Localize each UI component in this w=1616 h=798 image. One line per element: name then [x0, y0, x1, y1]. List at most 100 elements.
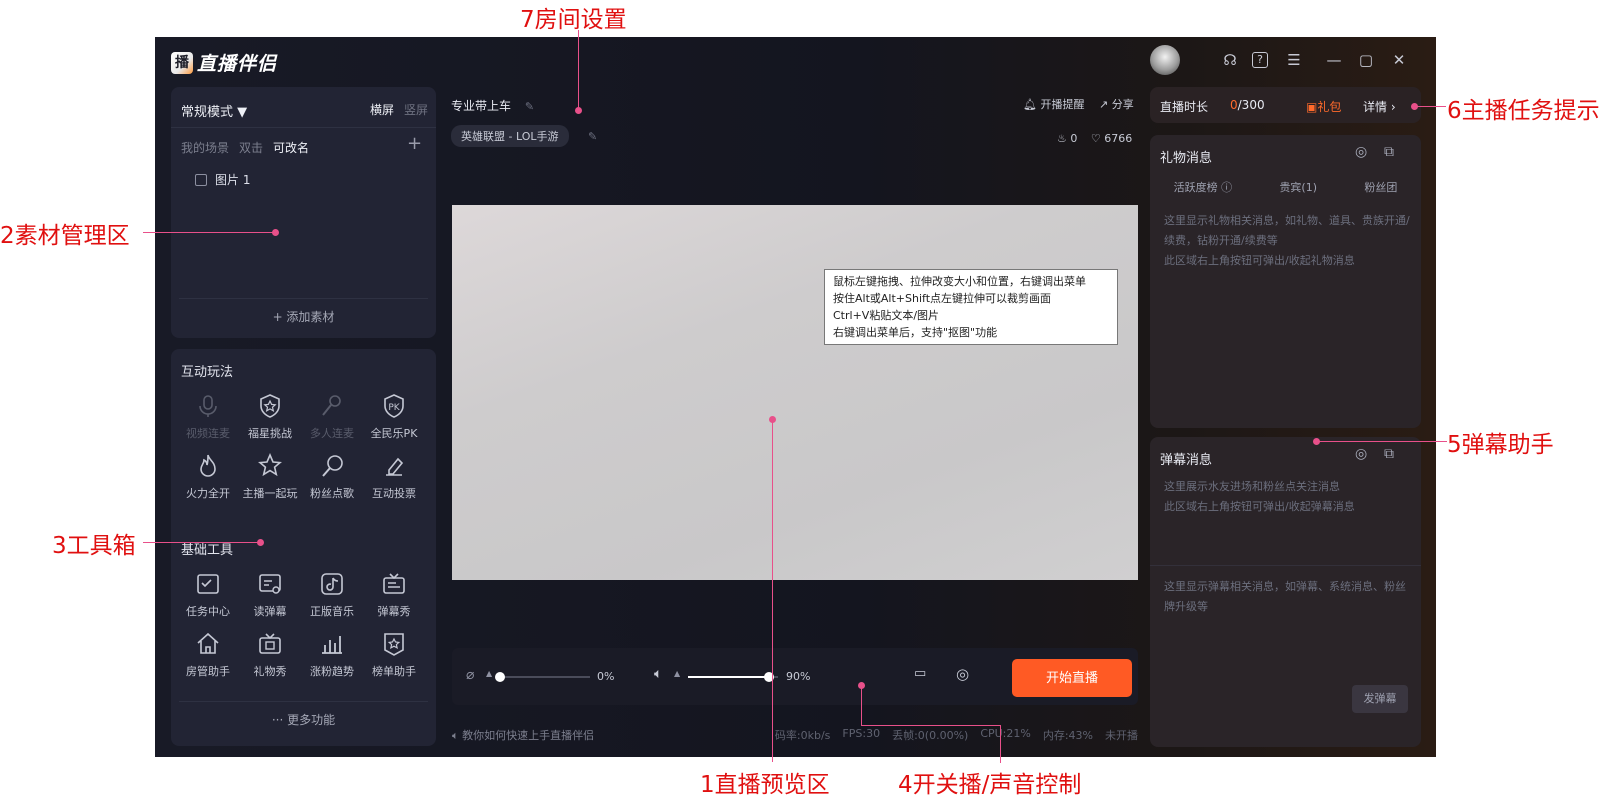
room-title: 专业带上车 ✎ — [451, 97, 534, 114]
callout-leader — [772, 420, 773, 762]
tool-label: 主播一起玩 — [242, 487, 298, 500]
metric-cpu: CPU:21% — [980, 727, 1031, 740]
add-scene-button[interactable]: + — [407, 133, 422, 154]
tool-gift-show[interactable]: 礼物秀 — [239, 631, 301, 679]
gift-placeholder: 这里显示礼物相关消息，如礼物、道具、贵族开通/续费，钻粉开通/续费等 此区域右上… — [1164, 214, 1410, 267]
caret-up-icon[interactable]: ▲ — [486, 669, 492, 678]
help-text: 教你如何快速上手直播伴侣 — [462, 729, 595, 742]
metric-bitrate: 码率:0kb/s — [774, 729, 831, 742]
room-title-text: 专业带上车 — [451, 99, 512, 113]
tool-fire[interactable]: 火力全开 — [177, 453, 239, 501]
source-item[interactable]: 图片 1 — [195, 171, 250, 188]
tool-label: 任务中心 — [186, 605, 230, 618]
callout-audio: 4开关播/声音控制 — [898, 772, 1082, 798]
interactive-title: 互动玩法 — [181, 365, 234, 380]
interactive-grid: 视频连麦 福星挑战 多人连麦 PK 全民乐PK 火力全开 主播一起玩 粉丝点歌 … — [177, 393, 425, 501]
close-icon[interactable]: ✕ — [1388, 49, 1410, 71]
maximize-icon[interactable]: ▢ — [1355, 49, 1377, 71]
tool-task-center[interactable]: 任务中心 — [177, 571, 239, 619]
edit-icon[interactable]: ✎ — [525, 100, 534, 113]
task-label: 直播时长 — [1160, 100, 1209, 114]
mic-round-icon — [322, 455, 343, 477]
popout-icon[interactable]: ⧉ — [1384, 144, 1394, 160]
start-live-button[interactable]: 开始直播 — [1012, 659, 1132, 697]
camera-icon[interactable]: ▭ — [914, 666, 926, 681]
task-detail-link[interactable]: 详情 › — [1363, 98, 1396, 115]
menu-icon[interactable]: ☰ — [1283, 49, 1305, 71]
add-source-button[interactable]: + 添加素材 — [171, 308, 436, 325]
task-progress: 0/300 — [1230, 98, 1265, 112]
edit-category-icon[interactable]: ✎ — [588, 130, 597, 143]
settings-icon[interactable]: ◎ — [1355, 144, 1367, 160]
tab-vip[interactable]: 贵宾(1) — [1279, 179, 1317, 195]
tool-label: 粉丝点歌 — [310, 487, 354, 500]
tool-vote[interactable]: 互动投票 — [363, 453, 425, 501]
tool-danmu-show[interactable]: 弹幕秀 — [363, 571, 425, 619]
tool-fans-trend[interactable]: 涨粉趋势 — [301, 631, 363, 679]
send-danmu-button[interactable]: 发弹幕 — [1352, 685, 1408, 713]
callout-leader — [861, 686, 862, 726]
remind-button[interactable]: 🔔︎ 开播提醒 — [1023, 96, 1084, 112]
minimize-icon[interactable]: — — [1323, 49, 1345, 71]
more-tools-button[interactable]: ··· 更多功能 — [171, 711, 436, 728]
tool-music[interactable]: 正版音乐 — [301, 571, 363, 619]
gift-tv-icon — [259, 633, 281, 654]
mic-slider-track[interactable] — [500, 676, 590, 678]
portrait-toggle[interactable]: 竖屏 — [404, 101, 428, 118]
danmu-placeholder: 这里显示弹幕相关消息，如弹幕、系统消息、粉丝牌升级等 — [1164, 580, 1406, 613]
scene-tabs: 我的场景 双击 可改名 — [181, 139, 309, 156]
scene-tab[interactable]: 我的场景 — [181, 139, 229, 156]
scene-hint-rename: 可改名 — [273, 141, 310, 155]
bar-chart-icon — [322, 636, 342, 654]
source-label: 图片 1 — [215, 173, 251, 187]
callout-dot — [272, 229, 279, 236]
scene-hint: 双击 — [239, 141, 264, 155]
speaker-icon: 🔈︎ — [452, 729, 463, 742]
help-icon[interactable]: ? — [1252, 52, 1268, 68]
user-avatar[interactable] — [1150, 45, 1180, 75]
tool-room-admin[interactable]: 房管助手 — [177, 631, 239, 679]
svg-text:PK: PK — [388, 403, 400, 413]
tool-label: 视频连麦 — [186, 427, 230, 440]
mode-dropdown[interactable]: 常规模式 ▼ — [181, 101, 247, 120]
help-link[interactable]: 🔈︎ 教你如何快速上手直播伴侣 — [452, 727, 594, 743]
popout-icon[interactable]: ⧉ — [1384, 446, 1394, 462]
mic-muted-icon[interactable]: ⌀ — [466, 667, 474, 683]
tv-icon — [383, 573, 405, 594]
task-icon — [197, 574, 219, 594]
multi-mic-icon — [322, 395, 341, 416]
settings-icon[interactable]: ◎ — [1355, 446, 1367, 462]
mic-slider-knob[interactable] — [495, 672, 505, 682]
tool-rank-helper[interactable]: 榜单助手 — [363, 631, 425, 679]
tooltip-line: Ctrl+V粘贴文本/图片 — [833, 309, 940, 322]
tool-label: 礼物秀 — [253, 665, 287, 678]
tool-lucky-star[interactable]: 福星挑战 — [239, 393, 301, 441]
callout-toolbox: 3工具箱 — [52, 533, 136, 559]
headset-icon[interactable]: ☊ — [1219, 49, 1241, 71]
tab-fan-club[interactable]: 粉丝团 — [1364, 179, 1397, 195]
share-button[interactable]: ↗ 分享 — [1099, 96, 1134, 112]
speaker-icon[interactable]: 🔈︎ — [654, 666, 662, 682]
speaker-slider-fill — [688, 676, 769, 678]
gift-pack[interactable]: ▣礼包 — [1306, 98, 1341, 115]
tool-play-together[interactable]: 主播一起玩 — [239, 453, 301, 501]
tool-label: 正版音乐 — [310, 605, 354, 618]
caret-up-icon[interactable]: ▲ — [674, 669, 680, 678]
metric-fps: FPS:30 — [842, 727, 881, 740]
gift-panel: 礼物消息 ◎ ⧉ 活跃度榜 ⓘ 贵宾(1) 粉丝团 这里显示礼物相关消息，如礼物… — [1150, 135, 1421, 428]
settings-icon[interactable]: ◎ — [956, 665, 969, 683]
tool-multi-link[interactable]: 多人连麦 — [301, 393, 363, 441]
danmu-panel: 弹幕消息 ◎ ⧉ 这里展示水友进场和粉丝点关注消息 此区域右上角按钮可弹出/收起… — [1150, 437, 1421, 747]
live-preview[interactable]: 鼠标左键拖拽、拉伸改变大小和位置，右键调出菜单 按住Alt或Alt+Shift点… — [452, 205, 1138, 580]
tool-read-danmu[interactable]: 读弹幕 — [239, 571, 301, 619]
tool-song-request[interactable]: 粉丝点歌 — [301, 453, 363, 501]
tooltip-line: 右键调出菜单后，支持"抠图"功能 — [833, 326, 998, 339]
pk-icon: PK — [384, 394, 404, 418]
tool-pk[interactable]: PK 全民乐PK — [363, 393, 425, 441]
landscape-toggle[interactable]: 横屏 — [370, 101, 394, 118]
tab-activity-rank[interactable]: 活跃度榜 ⓘ — [1174, 179, 1233, 195]
category-badge[interactable]: 英雄联盟 - LOL手游 — [451, 125, 569, 147]
tooltip-line: 按住Alt或Alt+Shift点左键拉伸可以裁剪画面 — [833, 292, 1052, 305]
mic-level: 0% — [597, 670, 615, 683]
tool-video-link[interactable]: 视频连麦 — [177, 393, 239, 441]
